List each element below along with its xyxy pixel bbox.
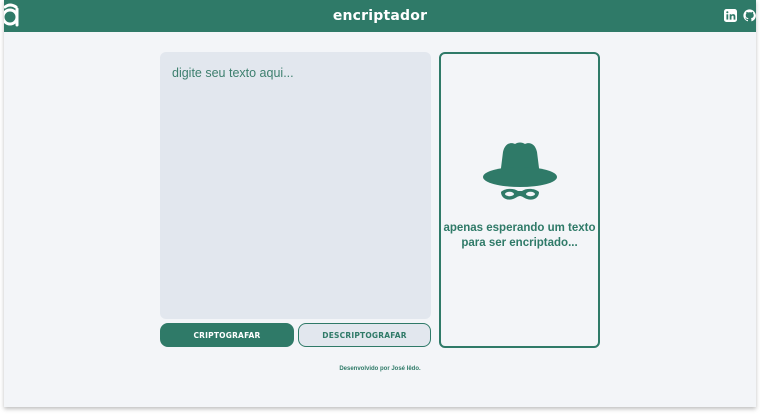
decrypt-button[interactable]: DESCRIPTOGRAFAR — [298, 323, 431, 347]
linkedin-icon[interactable] — [724, 9, 737, 22]
app-window: encriptador CRIPTOGRAFAR DESCRIPTOGRAFAR… — [4, 0, 756, 407]
encrypt-button[interactable]: CRIPTOGRAFAR — [160, 323, 294, 347]
text-input[interactable] — [160, 52, 431, 319]
alura-logo-icon[interactable] — [4, 1, 24, 29]
waiting-message: apenas esperando um texto para ser encri… — [443, 222, 596, 249]
spy-icon — [483, 142, 557, 200]
social-links — [724, 9, 756, 22]
output-panel: apenas esperando um texto para ser encri… — [439, 52, 600, 348]
header: encriptador — [4, 0, 756, 32]
footer-credit: Desenvolvido por José Iêdo. — [339, 366, 421, 372]
github-icon[interactable] — [743, 9, 756, 22]
text-input-card — [160, 52, 431, 319]
app-title: encriptador — [332, 8, 428, 24]
